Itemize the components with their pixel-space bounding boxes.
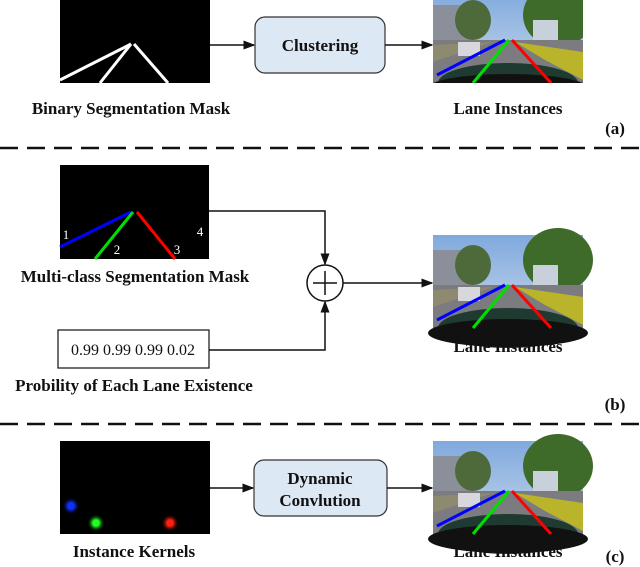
lane-instances-image — [433, 0, 583, 83]
lane-instances-image — [426, 226, 595, 350]
binary-mask-image — [59, 0, 210, 84]
clustering-label: Clustering — [282, 36, 359, 55]
panel-b: 1 2 3 4 Multi-class Segmentation Mask La… — [15, 165, 625, 414]
lane-instances-label: Lane Instances — [453, 99, 562, 118]
probability-label: Probility of Each Lane Existence — [15, 376, 253, 395]
lane-number: 4 — [197, 224, 204, 239]
plus-operator-icon — [306, 264, 344, 302]
probability-values: 0.99 0.99 0.99 0.02 — [71, 342, 195, 359]
panel-tag-b: (b) — [605, 395, 626, 414]
panel-tag-c: (c) — [606, 547, 625, 566]
lane-instances-label: Lane Instances — [453, 542, 562, 561]
arrow — [209, 300, 330, 351]
multiclass-mask-image: 1 2 3 4 — [59, 165, 209, 260]
panel-c: Instance Kernels Dynamic Convlution Lane… — [60, 432, 625, 566]
panel-tag-a: (a) — [605, 119, 625, 138]
lane-instances-image — [426, 432, 595, 556]
binary-mask-label: Binary Segmentation Mask — [32, 99, 231, 118]
multiclass-mask-label: Multi-class Segmentation Mask — [21, 267, 250, 286]
lane-instances-label: Lane Instances — [453, 337, 562, 356]
instance-kernels-label: Instance Kernels — [73, 542, 196, 561]
lane-detection-diagram: Binary Segmentation Mask Clustering Lane… — [0, 0, 640, 566]
lane-number: 2 — [114, 242, 121, 257]
dynamic-convolution-label-line2: Convlution — [279, 491, 361, 510]
lane-number: 3 — [174, 242, 181, 257]
panel-a: Binary Segmentation Mask Clustering Lane… — [32, 0, 625, 138]
instance-kernels-image — [60, 441, 210, 534]
lane-number: 1 — [63, 227, 70, 242]
dynamic-convolution-label-line1: Dynamic — [287, 469, 353, 488]
arrow — [209, 210, 330, 266]
